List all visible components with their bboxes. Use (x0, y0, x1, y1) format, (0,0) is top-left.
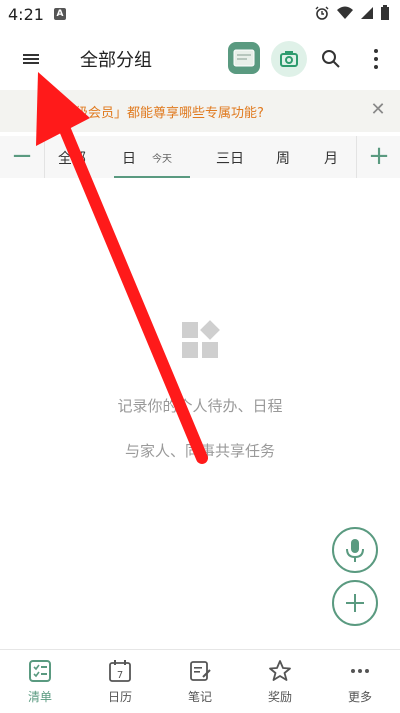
collapse-button[interactable]: − (0, 136, 45, 178)
empty-state-line1: 记录你的个人待办、日程 (117, 397, 283, 415)
tab-week[interactable]: 周 (276, 148, 290, 168)
tab-day[interactable]: 日 今天 (114, 136, 190, 178)
add-view-button[interactable]: + (356, 136, 400, 178)
nav-more-label: 更多 (347, 690, 372, 704)
app-bar: 全部分组 (0, 30, 400, 88)
nav-calendar[interactable]: 7 日历 (80, 650, 160, 713)
camera-button[interactable] (271, 41, 307, 77)
widgets-icon (182, 320, 220, 358)
nav-list-label: 清单 (27, 690, 52, 704)
empty-state-line2: 与家人、同事共享任务 (124, 442, 275, 460)
calendar-view-button[interactable] (228, 42, 260, 74)
more-options-icon[interactable] (372, 46, 380, 72)
app-notification-icon: A (54, 8, 66, 20)
premium-banner[interactable]: 闪点高级会员」都能尊享哪些专属功能? ✕ (0, 90, 400, 132)
nav-calendar-label: 日历 (107, 690, 132, 704)
voice-input-button[interactable] (332, 527, 378, 573)
battery-icon (381, 5, 389, 20)
nav-rewards-label: 奖励 (267, 690, 292, 704)
star-icon (269, 660, 291, 681)
tab-day-label: 日 (122, 151, 136, 167)
add-task-button[interactable] (332, 580, 378, 626)
tab-three-days[interactable]: 三日 (216, 148, 244, 168)
camera-icon (280, 51, 298, 67)
note-edit-icon (190, 661, 211, 681)
nav-notes-label: 笔记 (187, 690, 212, 704)
status-bar: 4:21 A (0, 0, 400, 30)
more-dots-icon (351, 669, 369, 673)
calendar-widget-icon (233, 49, 255, 67)
tab-month[interactable]: 月 (324, 148, 338, 168)
nav-notes[interactable]: 笔记 (160, 650, 240, 713)
close-icon[interactable]: ✕ (368, 100, 388, 120)
today-label: 今天 (152, 154, 172, 165)
status-right (314, 5, 390, 21)
premium-banner-text[interactable]: 闪点高级会员」都能尊享哪些专属功能? (36, 102, 264, 121)
view-tabs: − 全部 日 今天 三日 周 月 + (0, 136, 400, 178)
wifi-icon (337, 6, 353, 19)
menu-icon[interactable] (16, 46, 46, 72)
page-title: 全部分组 (80, 50, 152, 71)
alarm-icon (315, 6, 329, 20)
status-time: 4:21 (8, 5, 44, 24)
checklist-icon (29, 660, 51, 682)
nav-more[interactable]: 更多 (320, 650, 400, 713)
nav-list[interactable]: 清单 (0, 650, 80, 713)
search-icon[interactable] (320, 48, 342, 70)
nav-rewards[interactable]: 奖励 (240, 650, 320, 713)
bottom-navigation: 清单 7 日历 笔记 奖励 更多 (0, 649, 400, 713)
signal-icon (361, 7, 373, 19)
plus-icon (346, 594, 364, 612)
calendar-day-number: 7 (117, 670, 123, 681)
microphone-icon (346, 539, 364, 562)
tab-all[interactable]: 全部 (58, 148, 86, 168)
calendar-icon: 7 (109, 660, 131, 682)
